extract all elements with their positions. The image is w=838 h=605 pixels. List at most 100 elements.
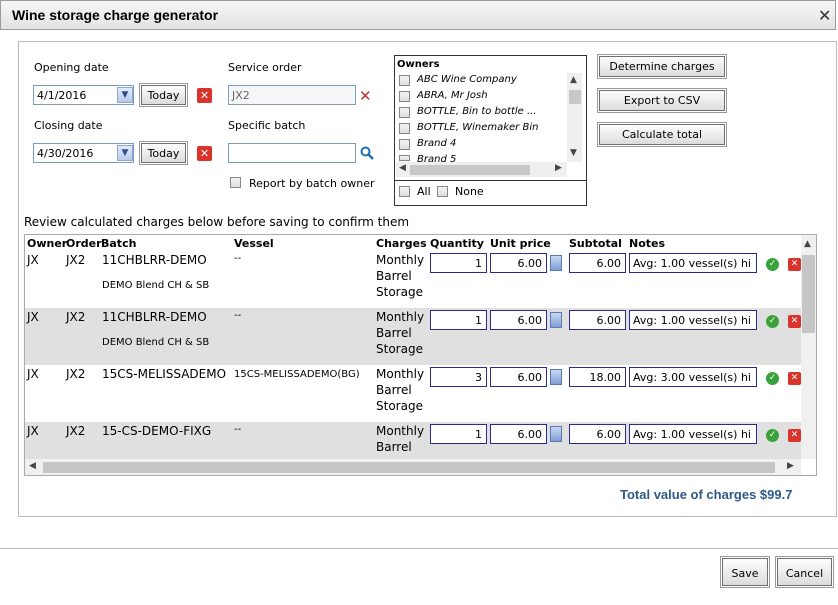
- cell-batch: 11CHBLRR-DEMO: [102, 253, 207, 267]
- owner-checkbox[interactable]: [399, 91, 410, 102]
- owners-none-checkbox[interactable]: [437, 186, 448, 197]
- subtotal-input[interactable]: 18.00: [569, 367, 626, 387]
- unit-price-input[interactable]: 6.00: [490, 253, 547, 273]
- owner-checkbox[interactable]: [399, 139, 410, 150]
- cell-order: JX2: [66, 367, 86, 381]
- closing-clear-icon[interactable]: ✕: [197, 146, 212, 161]
- header-owner: Owner: [27, 237, 68, 250]
- specific-batch-label: Specific batch: [228, 119, 306, 132]
- service-order-clear-icon[interactable]: ✕: [359, 87, 372, 105]
- scroll-right-icon[interactable]: ▶: [555, 163, 562, 173]
- notes-input[interactable]: Avg: 1.00 vessel(s) hi: [629, 253, 757, 273]
- opening-date-dropdown-icon[interactable]: ▼: [117, 87, 133, 103]
- subtotal-input[interactable]: 6.00: [569, 424, 626, 444]
- cell-order: JX2: [66, 253, 86, 267]
- export-csv-button[interactable]: Export to CSV: [598, 89, 726, 112]
- owners-hscroll-thumb[interactable]: [410, 165, 530, 175]
- calculator-icon[interactable]: [550, 426, 562, 442]
- table-row: JX JX2 11CHBLRR-DEMO DEMO Blend CH & SB …: [25, 308, 801, 365]
- owner-item[interactable]: Brand 4: [417, 138, 456, 149]
- owner-checkbox[interactable]: [399, 75, 410, 86]
- subtotal-input[interactable]: 6.00: [569, 253, 626, 273]
- owner-item[interactable]: ABRA, Mr Josh: [417, 90, 488, 101]
- search-icon[interactable]: [360, 146, 374, 163]
- cell-charge-line1: Monthly: [376, 310, 425, 324]
- owners-all-checkbox[interactable]: [399, 186, 410, 197]
- calculator-icon[interactable]: [550, 255, 562, 271]
- calculator-icon[interactable]: [550, 369, 562, 385]
- opening-today-button[interactable]: Today: [140, 84, 187, 106]
- owner-checkbox[interactable]: [399, 155, 410, 161]
- table-hscroll-thumb[interactable]: [43, 462, 775, 473]
- owners-scroll-thumb[interactable]: [569, 90, 581, 104]
- cell-order: JX2: [66, 310, 86, 324]
- cancel-button[interactable]: Cancel: [776, 557, 833, 587]
- cell-order: JX2: [66, 424, 86, 438]
- closing-today-button[interactable]: Today: [140, 142, 187, 164]
- unit-price-input[interactable]: 6.00: [490, 310, 547, 330]
- scroll-up-icon[interactable]: ▲: [804, 239, 811, 249]
- scroll-left-icon[interactable]: ◀: [399, 163, 406, 173]
- notes-input[interactable]: Avg: 3.00 vessel(s) hi: [629, 367, 757, 387]
- determine-charges-button[interactable]: Determine charges: [598, 55, 726, 78]
- owner-item[interactable]: Brand 5: [417, 154, 456, 162]
- confirm-check-icon[interactable]: ✓: [766, 372, 779, 385]
- header-unit-price: Unit price: [490, 237, 551, 250]
- table-scroll-thumb[interactable]: [802, 255, 815, 333]
- opening-clear-icon[interactable]: ✕: [197, 88, 212, 103]
- cell-charge-line3: Storage: [376, 342, 423, 356]
- confirm-check-icon[interactable]: ✓: [766, 315, 779, 328]
- scroll-right-icon[interactable]: ▶: [787, 461, 794, 471]
- delete-row-icon[interactable]: ✕: [788, 258, 801, 271]
- notes-input[interactable]: Avg: 1.00 vessel(s) hi: [629, 310, 757, 330]
- calculate-total-button[interactable]: Calculate total: [598, 123, 726, 146]
- subtotal-input[interactable]: 6.00: [569, 310, 626, 330]
- unit-price-input[interactable]: 6.00: [490, 367, 547, 387]
- cell-batch: 11CHBLRR-DEMO: [102, 310, 207, 324]
- closing-date-dropdown-icon[interactable]: ▼: [117, 145, 133, 161]
- header-quantity: Quantity: [430, 237, 484, 250]
- owner-item[interactable]: ABC Wine Company: [417, 74, 517, 85]
- service-order-label: Service order: [228, 61, 302, 74]
- owner-item[interactable]: BOTTLE, Winemaker Bin: [417, 122, 538, 133]
- delete-row-icon[interactable]: ✕: [788, 315, 801, 328]
- close-icon[interactable]: ✕: [818, 6, 831, 25]
- quantity-input[interactable]: 1: [430, 253, 487, 273]
- scroll-up-icon[interactable]: ▲: [570, 75, 577, 85]
- cell-batch: 15CS-MELISSADEMO: [102, 367, 227, 381]
- opening-date-value: 4/1/2016: [37, 89, 87, 102]
- owner-checkbox[interactable]: [399, 123, 410, 134]
- header-batch: Batch: [101, 237, 137, 250]
- opening-date-label: Opening date: [34, 61, 109, 74]
- notes-input[interactable]: Avg: 1.00 vessel(s) hi: [629, 424, 757, 444]
- owner-item[interactable]: BOTTLE, Bin to bottle ...: [417, 106, 537, 117]
- owner-checkbox[interactable]: [399, 107, 410, 118]
- closing-date-value: 4/30/2016: [37, 147, 94, 160]
- owners-all-label: All: [417, 185, 431, 198]
- table-row: JX JX2 15CS-MELISSADEMO 15CS-MELISSADEMO…: [25, 365, 801, 422]
- owners-divider: [394, 180, 587, 181]
- specific-batch-input[interactable]: [228, 143, 356, 163]
- cell-batch-desc: DEMO Blend CH & SB: [102, 280, 210, 291]
- delete-row-icon[interactable]: ✕: [788, 372, 801, 385]
- delete-row-icon[interactable]: ✕: [788, 429, 801, 442]
- total-charges: Total value of charges $99.7: [620, 487, 793, 502]
- quantity-input[interactable]: 3: [430, 367, 487, 387]
- report-by-batch-owner-checkbox[interactable]: [230, 177, 241, 188]
- cell-owner: JX: [27, 424, 39, 438]
- cell-batch-desc: DEMO Blend CH & SB: [102, 337, 210, 348]
- save-button[interactable]: Save: [721, 557, 769, 587]
- scroll-left-icon[interactable]: ◀: [29, 461, 36, 471]
- cell-owner: JX: [27, 367, 39, 381]
- table-row: JX JX2 11CHBLRR-DEMO DEMO Blend CH & SB …: [25, 251, 801, 308]
- confirm-check-icon[interactable]: ✓: [766, 429, 779, 442]
- quantity-input[interactable]: 1: [430, 424, 487, 444]
- cell-charge-line3: Storage: [376, 285, 423, 299]
- quantity-input[interactable]: 1: [430, 310, 487, 330]
- confirm-check-icon[interactable]: ✓: [766, 258, 779, 271]
- calculator-icon[interactable]: [550, 312, 562, 328]
- unit-price-input[interactable]: 6.00: [490, 424, 547, 444]
- service-order-input[interactable]: JX2: [228, 85, 356, 105]
- cell-vessel: --: [234, 310, 242, 321]
- scroll-down-icon[interactable]: ▼: [570, 148, 577, 158]
